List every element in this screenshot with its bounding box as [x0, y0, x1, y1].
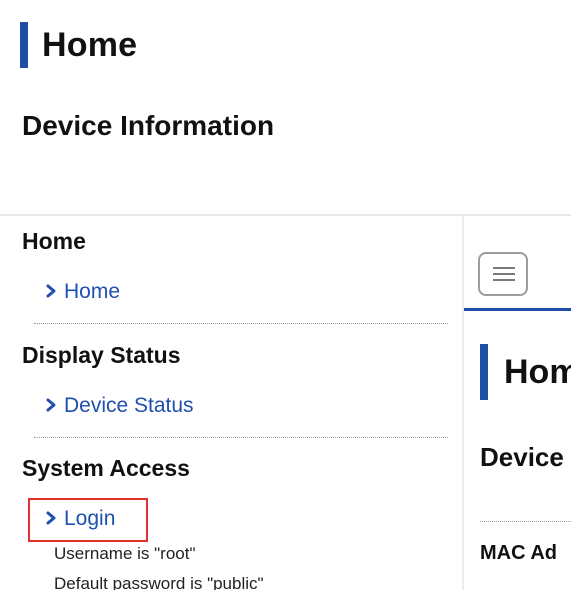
section-divider [34, 323, 448, 324]
chevron-right-icon [46, 398, 56, 412]
sidebar-link-label: Login [64, 507, 116, 530]
chevron-right-icon [46, 284, 56, 298]
content-title-accent-bar [480, 344, 488, 400]
menu-button[interactable] [478, 252, 528, 296]
mac-address-label: MAC Ad [480, 542, 558, 564]
page-title: Home [42, 25, 138, 64]
sidebar-link-login[interactable]: Login [46, 507, 115, 531]
content-title-row: Hom [480, 344, 571, 400]
content-header-underline [464, 308, 571, 311]
sidebar-link-home[interactable]: Home [46, 280, 120, 304]
title-accent-bar [20, 22, 28, 68]
page-subtitle: Device Information [22, 110, 275, 141]
sidebar-section-home-title: Home [22, 228, 86, 254]
sidebar-link-label: Home [64, 280, 121, 303]
content-title: Hom [504, 352, 571, 391]
content-pane: Hom Device MAC Ad [464, 216, 571, 590]
chevron-right-icon [46, 511, 56, 525]
sidebar-section-system-access-title: System Access [22, 455, 190, 481]
sidebar-link-device-status[interactable]: Device Status [46, 394, 194, 418]
login-password-note: Default password is "public" [54, 574, 264, 590]
content-divider [480, 521, 571, 522]
content-subtitle: Device [480, 442, 564, 472]
hamburger-menu-icon [493, 267, 515, 281]
section-divider [34, 437, 448, 438]
sidebar-link-label: Device Status [64, 394, 194, 417]
login-username-note: Username is "root" [54, 544, 196, 563]
sidebar-section-display-status-title: Display Status [22, 342, 181, 368]
page-header: Home [20, 20, 137, 70]
sidebar-nav: Home Home Display Status Device Status S… [0, 216, 462, 590]
